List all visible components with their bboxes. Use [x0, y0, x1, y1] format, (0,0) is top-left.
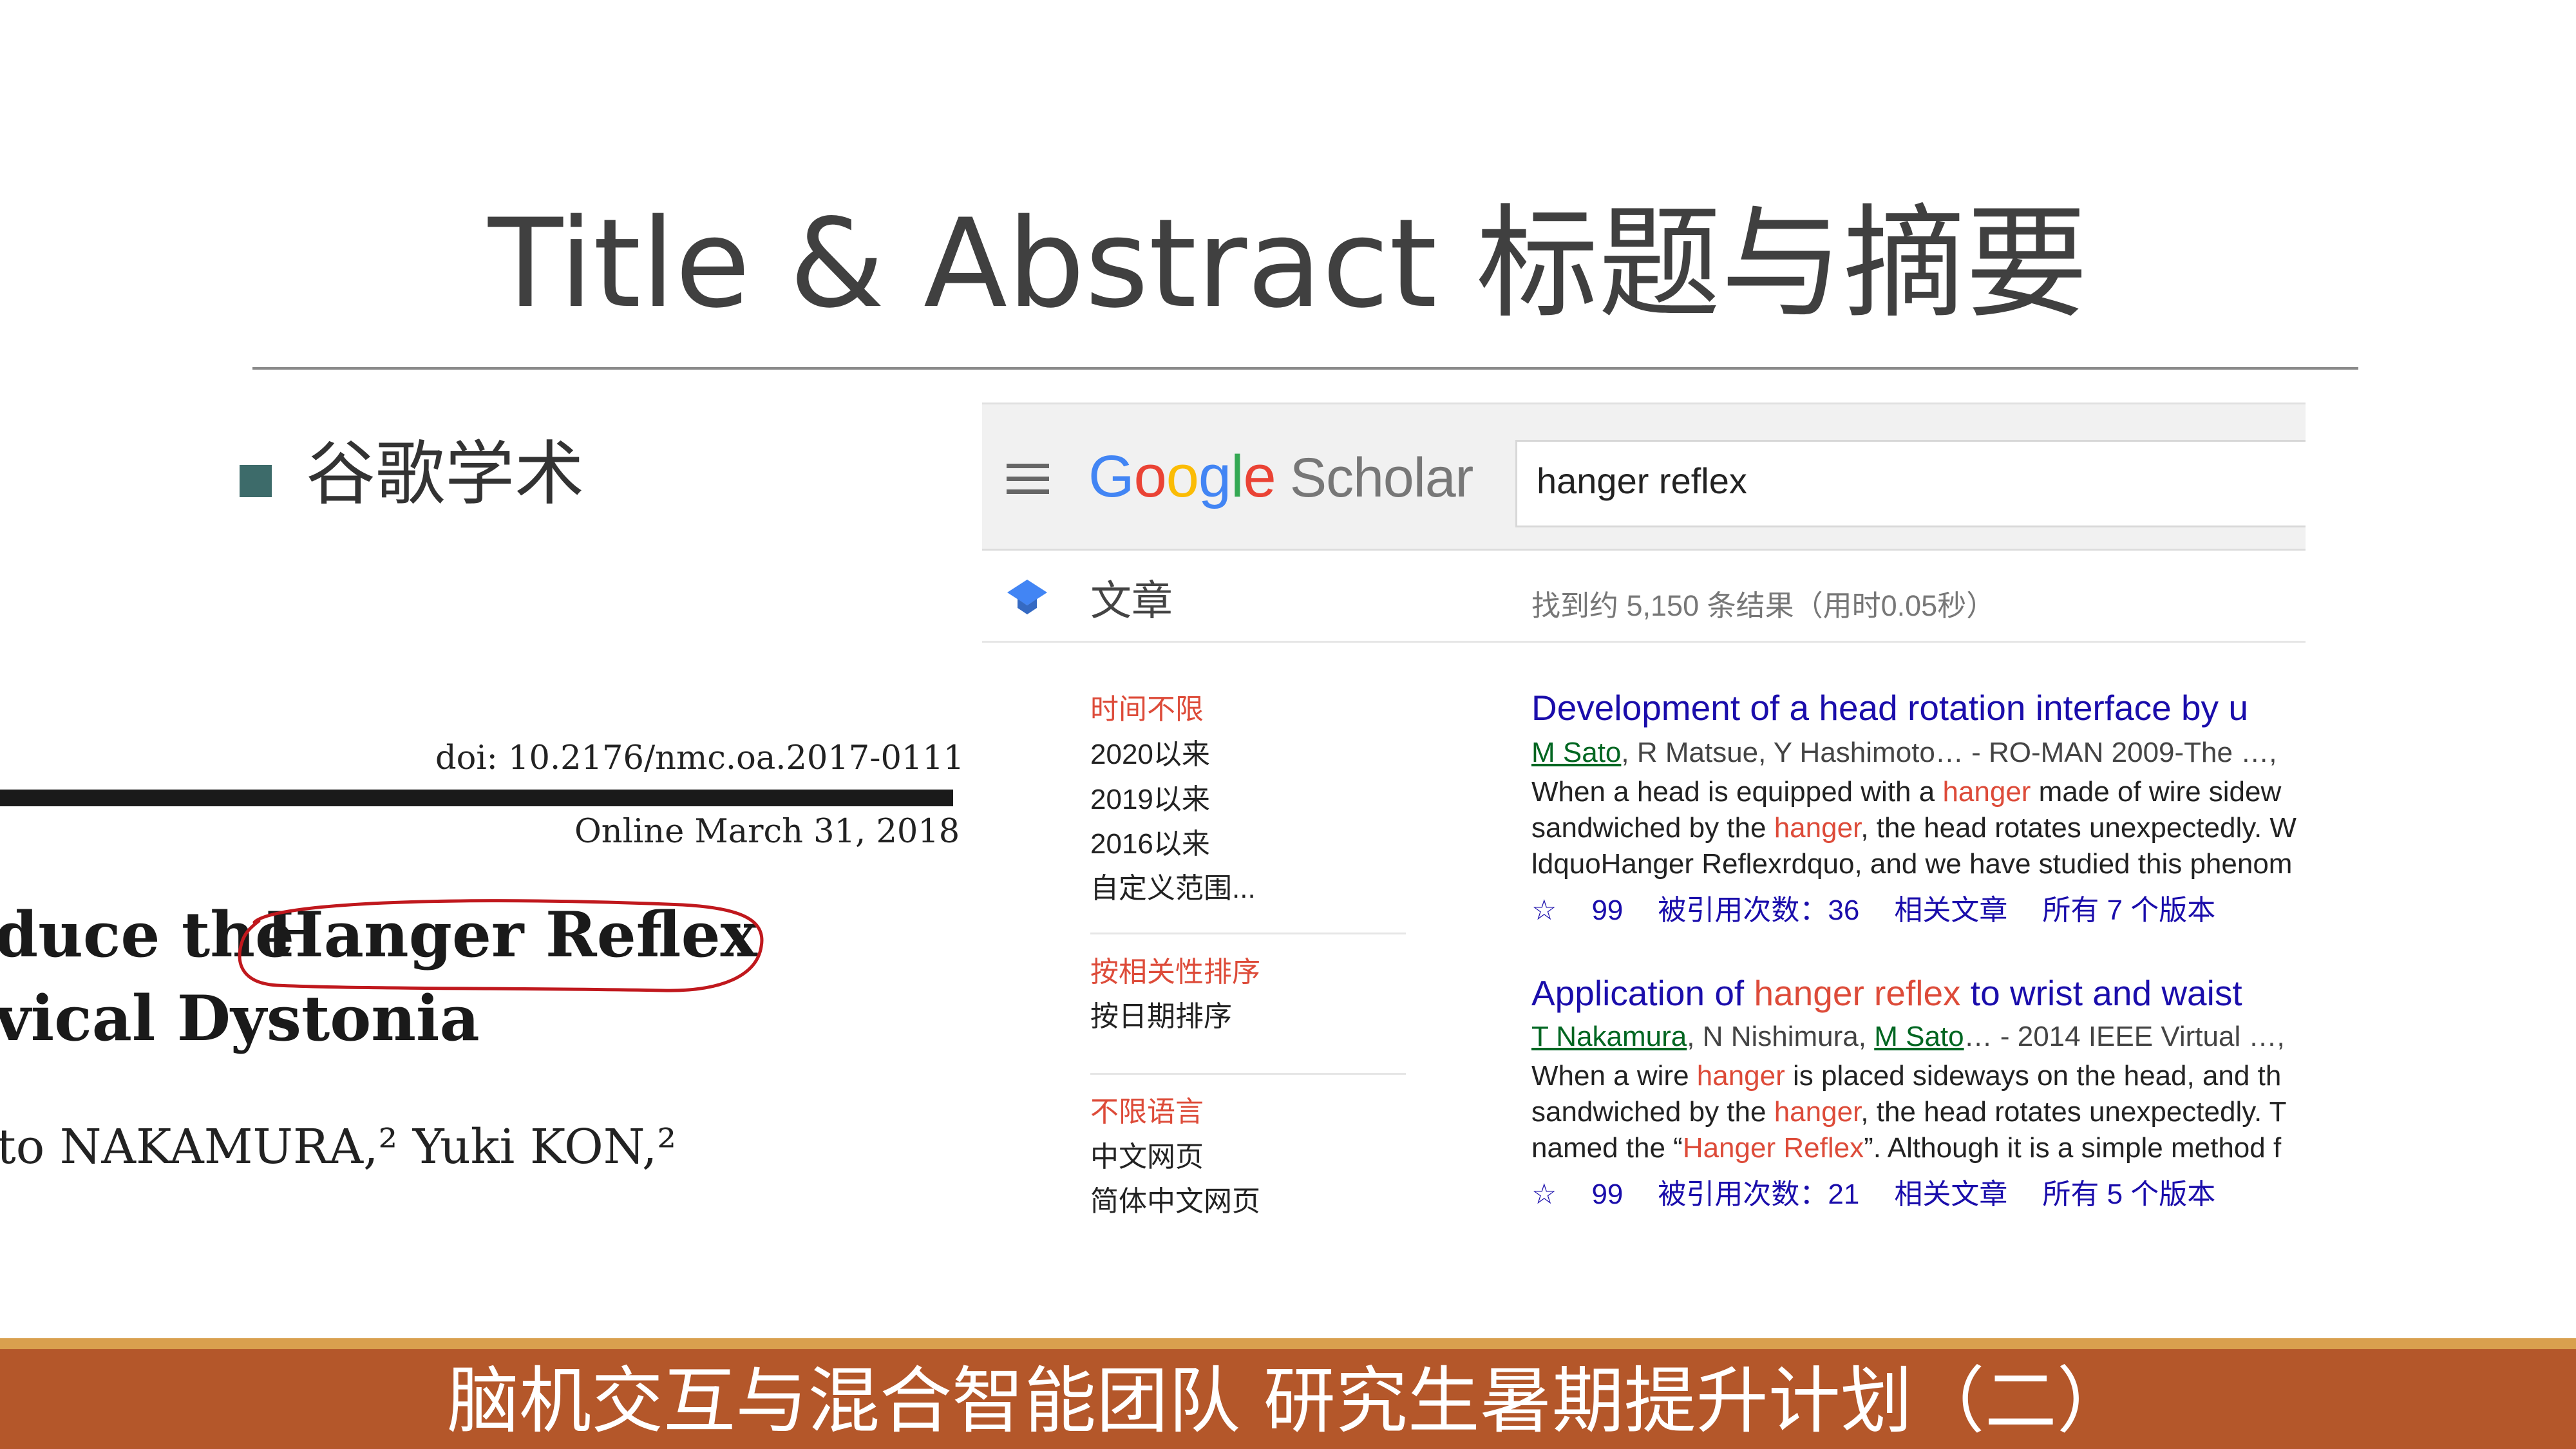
nav-articles-label[interactable]: 文章 — [1090, 568, 1173, 627]
result-meta: M Sato, R Matsue, Y Hashimoto… - RO-MAN … — [1531, 737, 2277, 768]
cited-by-link[interactable]: 被引用次数：21 — [1658, 1179, 1859, 1210]
google-scholar-logo[interactable]: Google Scholar — [1088, 443, 1473, 511]
sort-relevance[interactable]: 按相关性排序 — [1090, 949, 1260, 990]
red-annotation-circle — [238, 899, 764, 992]
filter-since-2019[interactable]: 2019以来 — [1090, 776, 1210, 817]
result-title-link[interactable]: Development of a head rotation interface… — [1531, 687, 2248, 728]
all-versions-link[interactable]: 所有 5 个版本 — [2042, 1179, 2215, 1210]
scholar-wordmark: Scholar — [1289, 447, 1474, 509]
result-actions: ☆ 99 被引用次数：36 相关文章 所有 7 个版本 — [1531, 887, 2250, 928]
result-snippet-line: When a head is equipped with a hanger ma… — [1531, 776, 2282, 808]
logo-letter: o — [1166, 444, 1199, 509]
author-link[interactable]: T Nakamura — [1531, 1021, 1687, 1052]
author-link[interactable]: M Sato — [1874, 1021, 1964, 1052]
result-meta: T Nakamura, N Nishimura, M Sato… - 2014 … — [1531, 1021, 2285, 1052]
result-snippet-line: sandwiched by the hanger, the head rotat… — [1531, 1096, 2287, 1128]
graduation-cap-icon — [1007, 580, 1047, 614]
hamburger-menu-icon[interactable] — [1007, 464, 1049, 495]
footer-banner: 脑机交互与混合智能团队 研究生暑期提升计划（二） — [0, 1349, 2576, 1449]
author-link[interactable]: M Sato — [1531, 737, 1621, 768]
lang-simplified[interactable]: 简体中文网页 — [1090, 1178, 1260, 1219]
filter-since-2020[interactable]: 2020以来 — [1090, 731, 1210, 772]
paper-authors: to NAKAMURA,² Yuki KON,² — [0, 1119, 677, 1175]
footer-text: 脑机交互与混合智能团队 研究生暑期提升计划（二） — [447, 1359, 2129, 1443]
sidebar-divider — [1090, 1073, 1406, 1075]
related-articles-link[interactable]: 相关文章 — [1894, 1179, 2007, 1210]
logo-letter: o — [1133, 444, 1167, 509]
lang-chinese[interactable]: 中文网页 — [1090, 1133, 1204, 1175]
search-query-text: hanger reflex — [1537, 460, 1747, 501]
logo-letter: G — [1088, 444, 1135, 509]
filter-custom-range[interactable]: 自定义范围... — [1090, 865, 1256, 906]
search-input[interactable]: hanger reflex — [1515, 440, 2306, 527]
scholar-header: Google Scholar hanger reflex — [982, 402, 2306, 551]
save-star-icon[interactable]: ☆ — [1531, 1179, 1557, 1210]
save-star-icon[interactable]: ☆ — [1531, 895, 1557, 926]
result-snippet-line: ldquoHanger Reflexrdquo, and we have stu… — [1531, 848, 2293, 880]
cite-icon[interactable]: 99 — [1591, 1179, 1623, 1210]
nav-row: 文章 找到约 5,150 条结果（用时0.05秒） — [982, 549, 2306, 643]
logo-letter: g — [1198, 444, 1231, 509]
google-scholar-panel: Google Scholar hanger reflex 文章 找到约 5,150… — [982, 402, 2306, 1236]
footer-accent-stripe — [0, 1338, 2576, 1349]
result-snippet-line: When a wire hanger is placed sideways on… — [1531, 1060, 2282, 1092]
logo-letter: l — [1231, 444, 1244, 509]
lang-any[interactable]: 不限语言 — [1090, 1088, 1204, 1130]
result-snippet-line: sandwiched by the hanger, the head rotat… — [1531, 812, 2297, 844]
cite-icon[interactable]: 99 — [1591, 895, 1623, 926]
sidebar-divider — [1090, 933, 1406, 934]
filter-since-2016[interactable]: 2016以来 — [1090, 820, 1210, 862]
results-count: 找到约 5,150 条结果（用时0.05秒） — [1531, 589, 1996, 622]
filter-time-any[interactable]: 时间不限 — [1090, 686, 1204, 727]
result-actions: ☆ 99 被引用次数：21 相关文章 所有 5 个版本 — [1531, 1171, 2250, 1212]
sort-date[interactable]: 按日期排序 — [1090, 993, 1232, 1034]
result-title-link[interactable]: Application of hanger reflex to wrist an… — [1531, 972, 2242, 1014]
cited-by-link[interactable]: 被引用次数：36 — [1658, 895, 1859, 926]
result-snippet-line: named the “Hanger Reflex”. Although it i… — [1531, 1132, 2282, 1164]
all-versions-link[interactable]: 所有 7 个版本 — [2042, 895, 2215, 926]
google-wordmark: Google — [1088, 444, 1276, 509]
related-articles-link[interactable]: 相关文章 — [1894, 895, 2007, 926]
logo-letter: e — [1243, 444, 1276, 509]
